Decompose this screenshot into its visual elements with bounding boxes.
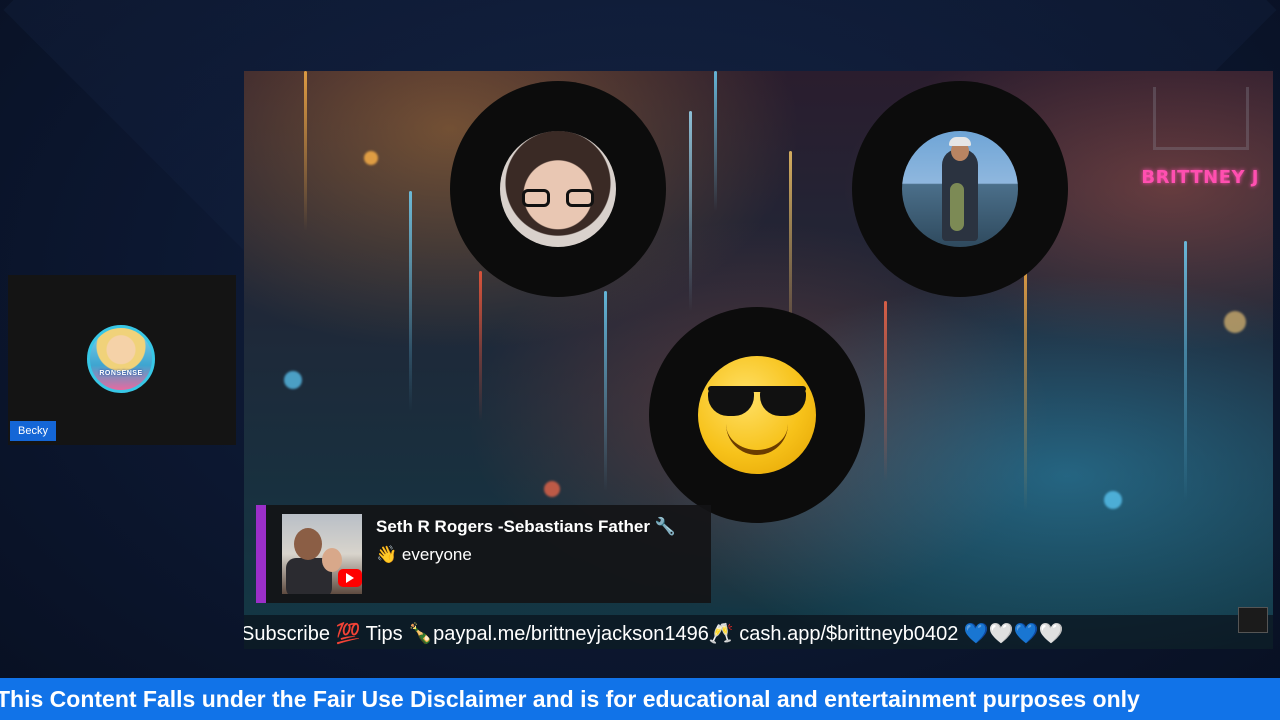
light-streak	[689, 111, 692, 311]
light-streak	[1024, 271, 1027, 511]
bokeh-orb	[284, 371, 302, 389]
man-holding-fish-avatar	[902, 131, 1018, 247]
ticker-text: Subscribe 💯 Tips 🍾paypal.me/brittneyjack…	[244, 623, 1064, 645]
ticker-bar: Subscribe 💯 Tips 🍾paypal.me/brittneyjack…	[244, 615, 1273, 649]
comment-message: 👋 everyone	[376, 545, 472, 564]
participant-ring[interactable]	[852, 81, 1068, 297]
woman-with-glasses-avatar	[500, 131, 616, 247]
featured-comment: Seth R Rogers -Sebastians Father 🔧 👋 eve…	[256, 505, 711, 603]
participant-ring[interactable]	[649, 307, 865, 523]
light-streak	[604, 291, 607, 491]
disclaimer-text: This Content Falls under the Fair Use Di…	[0, 686, 1140, 712]
bokeh-orb	[1224, 311, 1246, 333]
light-streak	[714, 71, 717, 211]
light-streak	[304, 71, 307, 231]
crown-logo-icon	[1153, 87, 1249, 150]
bokeh-orb	[544, 481, 560, 497]
light-streak	[884, 301, 887, 481]
guest-name-tag: Becky	[10, 421, 56, 441]
sunglasses-emoji-avatar	[698, 356, 816, 474]
light-streak	[479, 271, 482, 421]
guest-avatar-icon: RONSENSE	[87, 325, 155, 393]
disclaimer-banner: This Content Falls under the Fair Use Di…	[0, 678, 1280, 720]
bokeh-orb	[364, 151, 378, 165]
participant-ring[interactable]	[450, 81, 666, 297]
youtube-icon	[338, 569, 362, 587]
light-streak	[1184, 241, 1187, 501]
corner-logo-icon	[1238, 607, 1268, 633]
bokeh-orb	[1104, 491, 1122, 509]
comment-author-avatar	[282, 514, 362, 594]
host-logo: BRITTNEY J	[1141, 167, 1259, 188]
guest-avatar-caption: RONSENSE	[99, 370, 143, 377]
comment-author: Seth R Rogers -Sebastians Father 🔧	[376, 517, 676, 536]
light-streak	[409, 191, 412, 411]
